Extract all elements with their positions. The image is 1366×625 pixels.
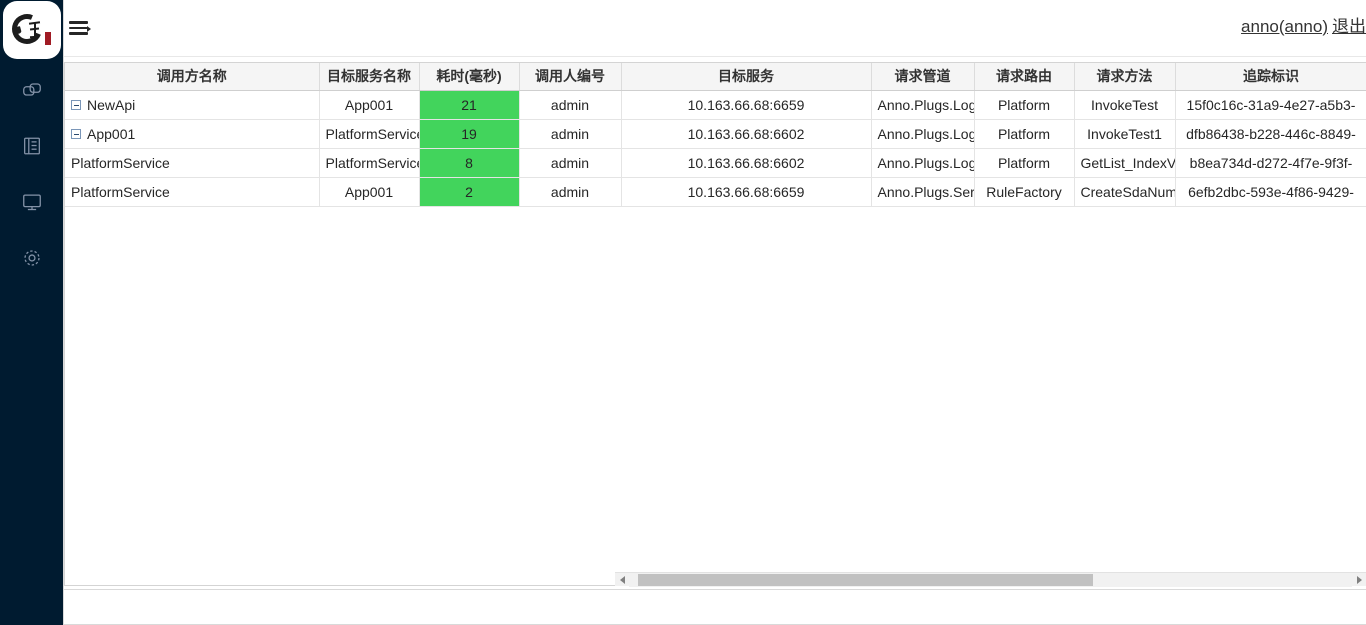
cell-route: Platform bbox=[974, 90, 1075, 120]
cell-trace-id: dfb86438-b228-446c-8849- bbox=[1175, 119, 1366, 149]
sidebar-item-links[interactable] bbox=[0, 62, 64, 118]
cell-target-service-name: PlatformService bbox=[319, 148, 420, 178]
cell-method: GetList_IndexVie bbox=[1074, 148, 1176, 178]
column-header-operator-id[interactable]: 调用人编号 bbox=[519, 63, 622, 91]
cell-pipeline: Anno.Plugs.Logi bbox=[871, 119, 975, 149]
caret-right-icon bbox=[87, 26, 91, 32]
column-header-method[interactable]: 请求方法 bbox=[1074, 63, 1176, 91]
cell-target-service: 10.163.66.68:6659 bbox=[621, 177, 872, 207]
table-row[interactable]: NewApi App001 21 admin 10.163.66.68:6659 Anno… bbox=[65, 90, 1366, 120]
horizontal-scrollbar[interactable] bbox=[615, 572, 1366, 587]
sidebar-nav-list bbox=[0, 62, 64, 286]
logout-link[interactable]: 退出 bbox=[1332, 17, 1366, 36]
cell-caller-name: App001 bbox=[65, 119, 320, 149]
column-header-target-service[interactable]: 目标服务 bbox=[621, 63, 872, 91]
cell-method: InvokeTest bbox=[1074, 90, 1176, 120]
cell-target-service: 10.163.66.68:6659 bbox=[621, 90, 872, 120]
table-row[interactable]: App001 PlatformService 19 admin 10.163.66.68… bbox=[65, 119, 1366, 149]
scroll-left-arrow-icon[interactable] bbox=[615, 573, 629, 587]
cell-duration: 19 bbox=[419, 119, 520, 149]
scrollbar-track[interactable] bbox=[629, 572, 1352, 587]
cell-caller-name: PlatformService bbox=[65, 177, 320, 207]
cell-target-service: 10.163.66.68:6602 bbox=[621, 148, 872, 178]
cell-duration: 2 bbox=[419, 177, 520, 207]
scrollbar-thumb[interactable] bbox=[638, 573, 1093, 586]
cell-pipeline: Anno.Plugs.Logi bbox=[871, 148, 975, 178]
user-zone: anno(anno) 退出 bbox=[1241, 12, 1366, 37]
cell-target-service: 10.163.66.68:6602 bbox=[621, 119, 872, 149]
logo-calligraphy-strokes bbox=[28, 19, 44, 41]
top-bar: anno(anno) 退出 bbox=[64, 0, 1366, 57]
cell-pipeline: Anno.Plugs.Seri bbox=[871, 177, 975, 207]
sidebar-item-logs[interactable] bbox=[0, 118, 64, 174]
monitor-icon bbox=[21, 191, 43, 213]
sidebar-item-settings[interactable] bbox=[0, 230, 64, 286]
application-root: anno(anno)退出 调用方名称 目标服务名称 耗时(毫秒) 调用人编号 bbox=[0, 0, 1366, 625]
tree-collapse-icon[interactable] bbox=[71, 128, 81, 139]
cell-target-service-name: App001 bbox=[319, 177, 420, 207]
content-area: anno(anno)退出 调用方名称 目标服务名称 耗时(毫秒) 调用人编号 bbox=[64, 0, 1366, 625]
call-trace-table: 调用方名称 目标服务名称 耗时(毫秒) 调用人编号 目标服务 请求管道 请求路由… bbox=[65, 63, 1366, 207]
table-header-row: 调用方名称 目标服务名称 耗时(毫秒) 调用人编号 目标服务 请求管道 请求路由… bbox=[65, 63, 1366, 91]
cell-caller-name: PlatformService bbox=[65, 148, 320, 178]
cell-operator-id: admin bbox=[519, 90, 622, 120]
cell-route: RuleFactory bbox=[974, 177, 1075, 207]
tree-collapse-icon[interactable] bbox=[71, 99, 81, 110]
footer-bar bbox=[64, 589, 1366, 625]
cell-pipeline: Anno.Plugs.Logi bbox=[871, 90, 975, 120]
table-body: NewApi App001 21 admin 10.163.66.68:6659 Anno… bbox=[65, 90, 1366, 207]
link-chain-icon bbox=[21, 79, 43, 101]
sidebar-item-monitor[interactable] bbox=[0, 174, 64, 230]
column-header-trace-id[interactable]: 追踪标识 bbox=[1175, 63, 1366, 91]
cell-method: CreateSdaNum bbox=[1074, 177, 1176, 207]
menu-toggle-icon[interactable] bbox=[69, 19, 91, 37]
column-header-target-service-name[interactable]: 目标服务名称 bbox=[319, 63, 420, 91]
gear-icon bbox=[21, 247, 43, 269]
table-header: 调用方名称 目标服务名称 耗时(毫秒) 调用人编号 目标服务 请求管道 请求路由… bbox=[65, 63, 1366, 91]
table-row[interactable]: PlatformService PlatformService 8 admin 10.1… bbox=[65, 148, 1366, 178]
column-header-pipeline[interactable]: 请求管道 bbox=[871, 63, 975, 91]
logo-badge bbox=[3, 1, 61, 59]
cell-route: Platform bbox=[974, 148, 1075, 178]
cell-trace-id: 15f0c16c-31a9-4e27-a5b3- bbox=[1175, 90, 1366, 120]
cell-trace-id: b8ea734d-d272-4f7e-9f3f- bbox=[1175, 148, 1366, 178]
cell-caller-name: NewApi bbox=[65, 90, 320, 120]
logo-red-seal bbox=[45, 32, 51, 45]
table-row[interactable]: PlatformService App001 2 admin 10.163.66.68:… bbox=[65, 177, 1366, 207]
cell-duration: 8 bbox=[419, 148, 520, 178]
user-account-link[interactable]: anno(anno) bbox=[1241, 17, 1328, 36]
app-logo[interactable] bbox=[2, 1, 62, 59]
cell-method: InvokeTest1 bbox=[1074, 119, 1176, 149]
cell-operator-id: admin bbox=[519, 177, 622, 207]
column-header-duration[interactable]: 耗时(毫秒) bbox=[419, 63, 520, 91]
cell-trace-id: 6efb2dbc-593e-4f86-9429- bbox=[1175, 177, 1366, 207]
column-header-caller-name[interactable]: 调用方名称 bbox=[65, 63, 320, 91]
cell-duration: 21 bbox=[419, 90, 520, 120]
caller-name-label: App001 bbox=[87, 125, 136, 142]
cell-operator-id: admin bbox=[519, 119, 622, 149]
cell-target-service-name: PlatformService bbox=[319, 119, 420, 149]
caller-name-label: PlatformService bbox=[71, 154, 170, 171]
call-trace-table-container: 调用方名称 目标服务名称 耗时(毫秒) 调用人编号 目标服务 请求管道 请求路由… bbox=[64, 62, 1366, 586]
cell-target-service-name: App001 bbox=[319, 90, 420, 120]
document-icon bbox=[21, 135, 43, 157]
column-header-route[interactable]: 请求路由 bbox=[974, 63, 1075, 91]
caller-name-label: NewApi bbox=[87, 96, 136, 113]
scroll-right-arrow-icon[interactable] bbox=[1352, 573, 1366, 587]
cell-operator-id: admin bbox=[519, 148, 622, 178]
cell-route: Platform bbox=[974, 119, 1075, 149]
caller-name-label: PlatformService bbox=[71, 183, 170, 200]
sidebar bbox=[0, 0, 64, 625]
